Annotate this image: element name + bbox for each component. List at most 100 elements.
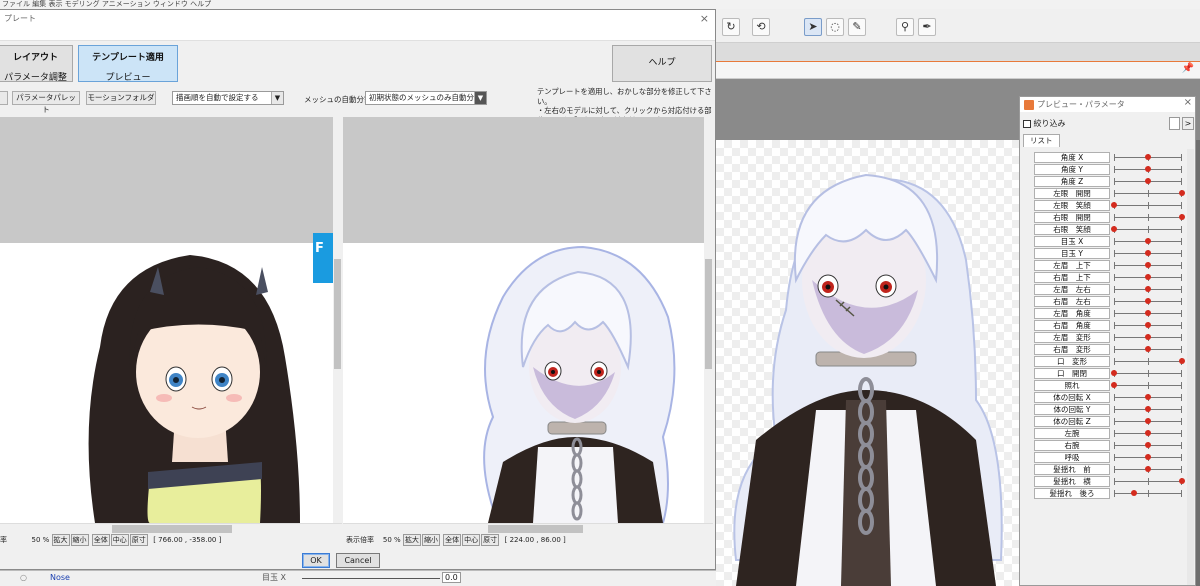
parameter-slider[interactable] (1111, 226, 1182, 233)
rotate-deform-icon[interactable]: ⟲ (752, 18, 770, 36)
parameter-slider[interactable] (1114, 286, 1182, 293)
slider-knob[interactable] (1145, 286, 1151, 292)
side-banner[interactable]: F (313, 233, 333, 283)
slider-knob[interactable] (1145, 394, 1151, 400)
parameter-row[interactable]: 右眼 笑顔 (1034, 224, 1189, 236)
slider-knob[interactable] (1145, 442, 1151, 448)
mesh-split-select[interactable]: 初期状態のメッシュのみ自動分割 ▼ (365, 91, 487, 105)
filter-checkbox-row[interactable]: 絞り込み (1023, 118, 1066, 129)
slider-knob[interactable] (1145, 430, 1151, 436)
slider-knob[interactable] (1145, 154, 1151, 160)
slider-knob[interactable] (1145, 178, 1151, 184)
parameter-row[interactable]: 左眉 変形 (1034, 332, 1189, 344)
parameter-row[interactable]: 左眉 上下 (1034, 260, 1189, 272)
panel-scrollbar[interactable] (1187, 149, 1194, 585)
eye-icon[interactable]: ○ (20, 573, 27, 582)
list-tab[interactable]: リスト (1023, 134, 1060, 147)
slider-knob[interactable] (1145, 310, 1151, 316)
arrow-select-icon[interactable]: ➤ (804, 18, 822, 36)
parameter-row[interactable]: 右眉 左右 (1034, 296, 1189, 308)
right-zoom-in-button[interactable]: 拡大 (402, 534, 421, 546)
parameter-row[interactable]: 体の回転 Y (1034, 404, 1189, 416)
parameter-row[interactable]: 口 変形 (1034, 356, 1189, 368)
main-canvas[interactable] (716, 140, 1022, 586)
slider-knob[interactable] (1145, 406, 1151, 412)
parameter-slider[interactable] (1114, 394, 1182, 401)
parameter-row[interactable]: 口 開閉 (1034, 368, 1189, 380)
parameter-slider[interactable] (1114, 358, 1185, 365)
parameter-row[interactable]: 角度 Y (1034, 164, 1189, 176)
left-vscroll-thumb[interactable] (334, 259, 341, 369)
slider-knob[interactable] (1145, 334, 1151, 340)
right-hscroll-thumb[interactable] (488, 525, 583, 533)
parameter-slider[interactable] (1111, 202, 1182, 209)
slider-knob[interactable] (1111, 202, 1117, 208)
param-row-value[interactable]: 0.0 (442, 572, 461, 583)
rotate-tool-icon[interactable]: ↻ (722, 18, 740, 36)
parameter-row[interactable]: 照れ (1034, 380, 1189, 392)
parameter-row[interactable]: 右眉 上下 (1034, 272, 1189, 284)
parameter-slider[interactable] (1111, 370, 1182, 377)
parameter-slider[interactable] (1114, 322, 1182, 329)
parameter-row[interactable]: 左眼 開閉 (1034, 188, 1189, 200)
parameter-row[interactable]: 呼吸 (1034, 452, 1189, 464)
parameter-row[interactable]: 髪揺れ 横 (1034, 476, 1189, 488)
parameter-row[interactable]: 右眼 開閉 (1034, 212, 1189, 224)
parameter-slider[interactable] (1114, 466, 1182, 473)
left-hscroll-thumb[interactable] (112, 525, 232, 533)
parameter-slider[interactable] (1114, 418, 1182, 425)
ok-button[interactable]: OK (302, 553, 330, 568)
parameter-row[interactable]: 左腕 (1034, 428, 1189, 440)
parameter-slider[interactable] (1114, 190, 1185, 197)
parameter-slider[interactable] (1114, 262, 1182, 269)
right-center-button[interactable]: 中心 (462, 534, 481, 546)
slider-knob[interactable] (1145, 454, 1151, 460)
parameter-row[interactable]: 目玉 Y (1034, 248, 1189, 260)
left-model-viewport[interactable]: F (0, 117, 333, 523)
slider-knob[interactable] (1131, 490, 1138, 496)
pen-tool-icon[interactable]: ✒ (918, 18, 936, 36)
filter-input[interactable] (1169, 117, 1180, 130)
parameter-row[interactable]: 体の回転 X (1034, 392, 1189, 404)
parameter-row[interactable]: 角度 Z (1034, 176, 1189, 188)
slider-knob[interactable] (1179, 214, 1185, 220)
nose-layer-label[interactable]: Nose (50, 573, 70, 582)
left-zoom-in-button[interactable]: 拡大 (51, 534, 70, 546)
slider-knob[interactable] (1145, 238, 1151, 244)
menu-bar[interactable]: ファイル 編集 表示 モデリング アニメーション ウィンドウ ヘルプ (0, 0, 1200, 9)
parameter-slider[interactable] (1114, 454, 1182, 461)
slider-knob[interactable] (1111, 226, 1117, 232)
parameter-slider[interactable] (1114, 406, 1182, 413)
chevron-down-icon[interactable]: ▼ (474, 92, 486, 104)
help-button[interactable]: ヘルプ (612, 45, 712, 82)
slider-knob[interactable] (1145, 346, 1151, 352)
dialog-close-icon[interactable]: × (700, 12, 709, 25)
right-fit-button[interactable]: 全体 (443, 534, 462, 546)
chevron-down-icon[interactable]: ▼ (271, 92, 283, 104)
toolbar-stub-button[interactable] (0, 91, 8, 105)
right-actual-size-button[interactable]: 原寸 (481, 534, 500, 546)
right-vscroll-thumb[interactable] (705, 259, 712, 369)
slider-knob[interactable] (1145, 262, 1151, 268)
parameter-row[interactable]: 体の回転 Z (1034, 416, 1189, 428)
left-center-button[interactable]: 中心 (110, 534, 129, 546)
parameter-slider[interactable] (1114, 178, 1182, 185)
left-viewport-hscroll[interactable] (0, 523, 342, 533)
cancel-button[interactable]: Cancel (336, 553, 380, 568)
parameter-row[interactable]: 髪揺れ 前 (1034, 464, 1189, 476)
slider-knob[interactable] (1145, 298, 1151, 304)
right-model-viewport[interactable] (343, 117, 704, 523)
parameter-slider[interactable] (1114, 214, 1185, 221)
tab-template-apply[interactable]: テンプレート適用 プレビュー (78, 45, 178, 83)
panel-close-icon[interactable]: × (1184, 97, 1192, 108)
parameter-row[interactable]: 右眉 変形 (1034, 344, 1189, 356)
parameter-row[interactable]: 左眉 角度 (1034, 308, 1189, 320)
right-viewport-vscroll[interactable] (704, 117, 713, 523)
slider-knob[interactable] (1145, 274, 1151, 280)
filter-checkbox[interactable] (1023, 119, 1031, 128)
parameter-slider[interactable] (1114, 310, 1182, 317)
parameter-slider[interactable] (1111, 382, 1182, 389)
slider-knob[interactable] (1179, 358, 1185, 364)
slider-knob[interactable] (1145, 250, 1151, 256)
left-zoom-out-button[interactable]: 縮小 (70, 534, 89, 546)
